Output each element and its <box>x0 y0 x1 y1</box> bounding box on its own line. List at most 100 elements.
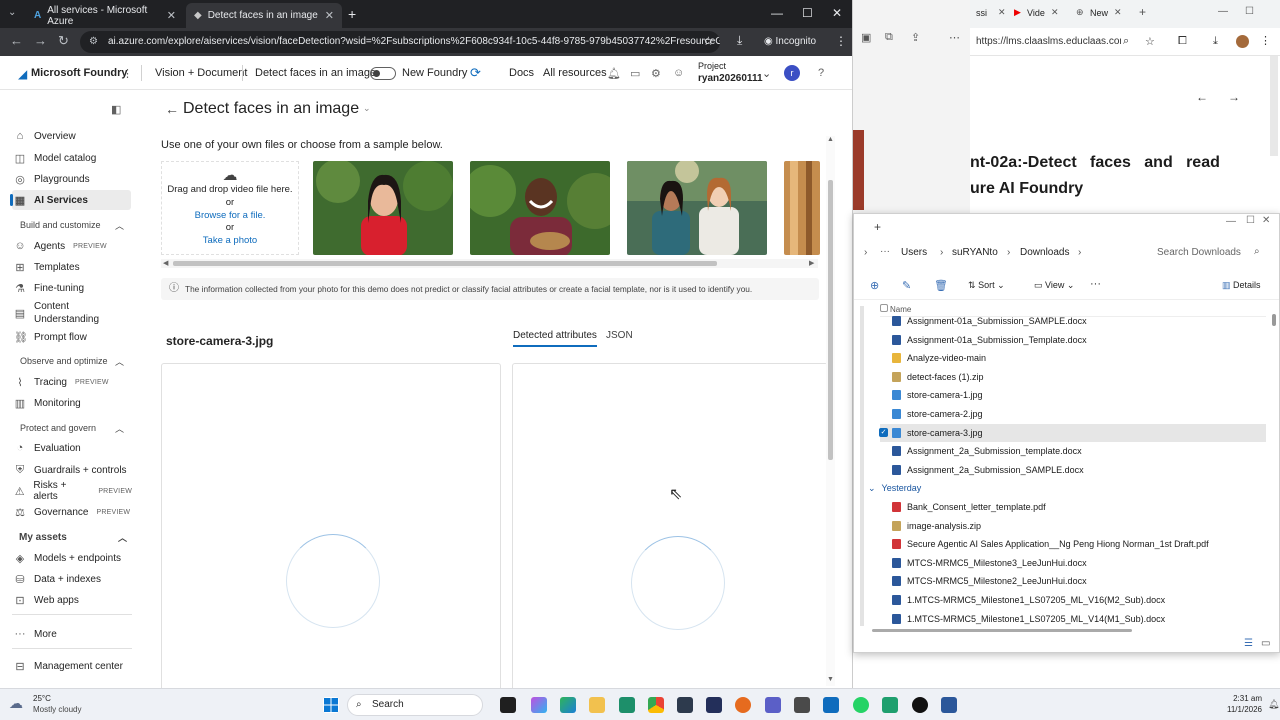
tab-video[interactable]: Vide <box>1027 8 1045 18</box>
take-photo-link[interactable]: Take a photo <box>162 235 298 248</box>
chevron-down-icon[interactable]: ⌄ <box>762 67 771 80</box>
feedback-icon[interactable]: ▭ <box>630 67 640 80</box>
rename-icon[interactable]: ✎ <box>902 279 911 292</box>
clock-date[interactable]: 11/1/2026 <box>1212 705 1262 714</box>
minimize-icon[interactable]: — <box>771 6 783 20</box>
page-scrollbar[interactable]: ▲ ▼ <box>826 136 835 686</box>
back-arrow-icon[interactable]: ← <box>165 101 179 117</box>
zoom-icon[interactable]: ⌕ <box>1123 35 1129 48</box>
minimize-icon[interactable]: — <box>1218 6 1228 17</box>
file-row[interactable]: MTCS-MRMC5_Milestone2_LeeJunHui.docx <box>880 572 1266 590</box>
scroll-down-icon[interactable]: ▼ <box>827 676 834 683</box>
file-row[interactable]: detect-faces (1).zip <box>880 368 1266 386</box>
more-icon[interactable]: ⋯ <box>949 31 960 44</box>
download-icon[interactable]: ⤓ <box>737 33 742 48</box>
file-checkbox[interactable]: ✓ <box>879 427 888 437</box>
file-list-scrollbar[interactable] <box>1272 314 1276 326</box>
file-row[interactable]: MTCS-MRMC5_Milestone3_LeeJunHui.docx <box>880 554 1266 572</box>
bookmark-star-icon[interactable]: ☆ <box>703 34 714 48</box>
copilot-icon[interactable] <box>531 697 547 713</box>
file-row[interactable]: Secure Agentic AI Sales Application__Ng … <box>880 535 1266 553</box>
new-tab-icon[interactable]: + <box>874 220 881 234</box>
new-tab-icon[interactable]: + <box>348 6 356 22</box>
nav-item-playgrounds[interactable]: ◎ Playgrounds <box>14 169 132 189</box>
nav-item-agents[interactable]: ☺ Agents PREVIEW <box>14 236 132 256</box>
search-downloads-input[interactable]: Search Downloads <box>1157 247 1241 258</box>
forward-icon[interactable]: → <box>34 33 47 48</box>
details-view-icon[interactable]: ☰ <box>1244 638 1253 649</box>
section-my-assets[interactable]: My assets ︿ <box>19 532 127 543</box>
teams-icon[interactable] <box>765 697 781 713</box>
lms-url-text[interactable]: https://lms.claaslms.educlaas.com/learni… <box>976 36 1121 47</box>
nav-item-guardrails[interactable]: ⛨ Guardrails + controls <box>14 460 132 480</box>
refresh-icon[interactable]: ⟳ <box>470 65 481 81</box>
scroll-up-icon[interactable]: ▲ <box>827 136 834 143</box>
maximize-icon[interactable]: ☐ <box>1245 6 1254 17</box>
nav-item-model-catalog[interactable]: ◫ Model catalog <box>14 148 132 168</box>
file-row[interactable]: Assignment-01a_Submission_SAMPLE.docx <box>880 312 1266 330</box>
nav-item-fine-tuning[interactable]: ⚗ Fine-tuning <box>14 278 132 298</box>
project-selector[interactable]: ryan20260111 <box>698 73 763 84</box>
file-row[interactable]: Bank_Consent_letter_template.pdf <box>880 498 1266 516</box>
sample-image-1[interactable] <box>313 161 453 255</box>
ellipsis-icon[interactable]: ··· <box>880 246 890 257</box>
site-info-icon[interactable]: ⚙ <box>89 31 98 53</box>
nav-item-tracing[interactable]: ⌇ Tracing PREVIEW <box>14 372 132 392</box>
notifications-icon[interactable]: 🔔︎ <box>607 67 621 80</box>
nav-item-templates[interactable]: ⊞ Templates <box>14 257 132 277</box>
clock-time[interactable]: 2:31 am <box>1212 694 1262 703</box>
sample-image-3[interactable] <box>627 161 767 255</box>
menu-kebab-icon[interactable]: ⋮ <box>835 34 847 48</box>
address-bar[interactable]: ⚙ ai.azure.com/explore/aiservices/vision… <box>80 31 720 53</box>
profile-avatar[interactable] <box>1236 35 1249 48</box>
crumb-users[interactable]: Users <box>901 247 927 258</box>
close-icon[interactable]: ✕ <box>1051 7 1059 18</box>
file-row[interactable]: store-camera-2.jpg <box>880 405 1266 423</box>
tab-json[interactable]: JSON <box>606 330 633 341</box>
weather-temp[interactable]: 25°C <box>33 694 51 703</box>
tab-detected-attributes[interactable]: Detected attributes <box>513 330 597 347</box>
nav-item-ai-services[interactable]: ▦ AI Services <box>10 190 131 210</box>
nav-item-data-indexes[interactable]: ⛁ Data + indexes <box>14 569 132 589</box>
app-icon[interactable] <box>794 697 810 713</box>
close-icon[interactable]: ✕ <box>1114 7 1122 18</box>
menu-kebab-icon[interactable]: ⋮ <box>1260 34 1271 47</box>
github-icon[interactable] <box>912 697 928 713</box>
lms-scrollbar[interactable] <box>1270 56 1278 156</box>
help-icon[interactable]: ? <box>818 67 824 79</box>
back-icon[interactable]: ← <box>10 33 23 48</box>
vscode-icon[interactable] <box>706 697 722 713</box>
tab-detect-faces[interactable]: ◆ Detect faces in an image - Micr ✕ <box>186 3 342 28</box>
close-icon[interactable]: ✕ <box>998 7 1006 18</box>
docs-link[interactable]: Docs <box>509 67 534 79</box>
file-row[interactable]: Assignment_2a_Submission_SAMPLE.docx <box>880 461 1266 479</box>
close-window-icon[interactable]: ✕ <box>1262 215 1270 226</box>
file-row[interactable]: store-camera-1.jpg <box>880 386 1266 404</box>
nav-item-evaluation[interactable]: ◔ Evaluation <box>14 438 132 458</box>
weather-icon[interactable]: ☁ <box>9 695 23 712</box>
delete-icon[interactable]: 🗑︎ <box>934 279 948 292</box>
prev-arrow-icon[interactable]: ← <box>1196 90 1208 104</box>
title-chevron-down-icon[interactable]: ⌄ <box>363 103 371 114</box>
close-icon[interactable]: ✕ <box>325 9 334 22</box>
group-header-yesterday[interactable]: ⌄ Yesterday <box>868 479 1254 497</box>
minimize-icon[interactable]: — <box>1226 216 1236 227</box>
scrollbar-thumb[interactable] <box>828 180 833 460</box>
notepad-icon[interactable] <box>882 697 898 713</box>
view-button[interactable]: ▭ View ⌄ <box>1034 280 1074 291</box>
new-foundry-toggle[interactable] <box>370 67 396 80</box>
share-icon[interactable]: ⇪ <box>911 31 920 44</box>
favorite-star-icon[interactable]: ☆ <box>1145 35 1155 48</box>
tiles-view-icon[interactable]: ▭ <box>1261 638 1270 649</box>
brand-name[interactable]: Microsoft Foundry <box>31 67 128 79</box>
nav-item-content-understanding[interactable]: ▤ Content Understanding <box>14 299 132 327</box>
nav-item-governance[interactable]: ⚖ Governance PREVIEW <box>14 502 132 522</box>
collapse-panel-icon[interactable]: ◧ <box>111 103 121 116</box>
outlook-icon[interactable] <box>823 697 839 713</box>
file-row[interactable]: ✓ store-camera-3.jpg <box>879 423 1266 442</box>
smiley-icon[interactable]: ☺ <box>673 67 684 79</box>
chrome-icon[interactable] <box>648 697 664 713</box>
start-button-icon[interactable] <box>323 697 339 713</box>
section-observe-optimize[interactable]: Observe and optimize ︿ <box>20 356 124 367</box>
scrollbar-thumb[interactable] <box>173 261 717 266</box>
